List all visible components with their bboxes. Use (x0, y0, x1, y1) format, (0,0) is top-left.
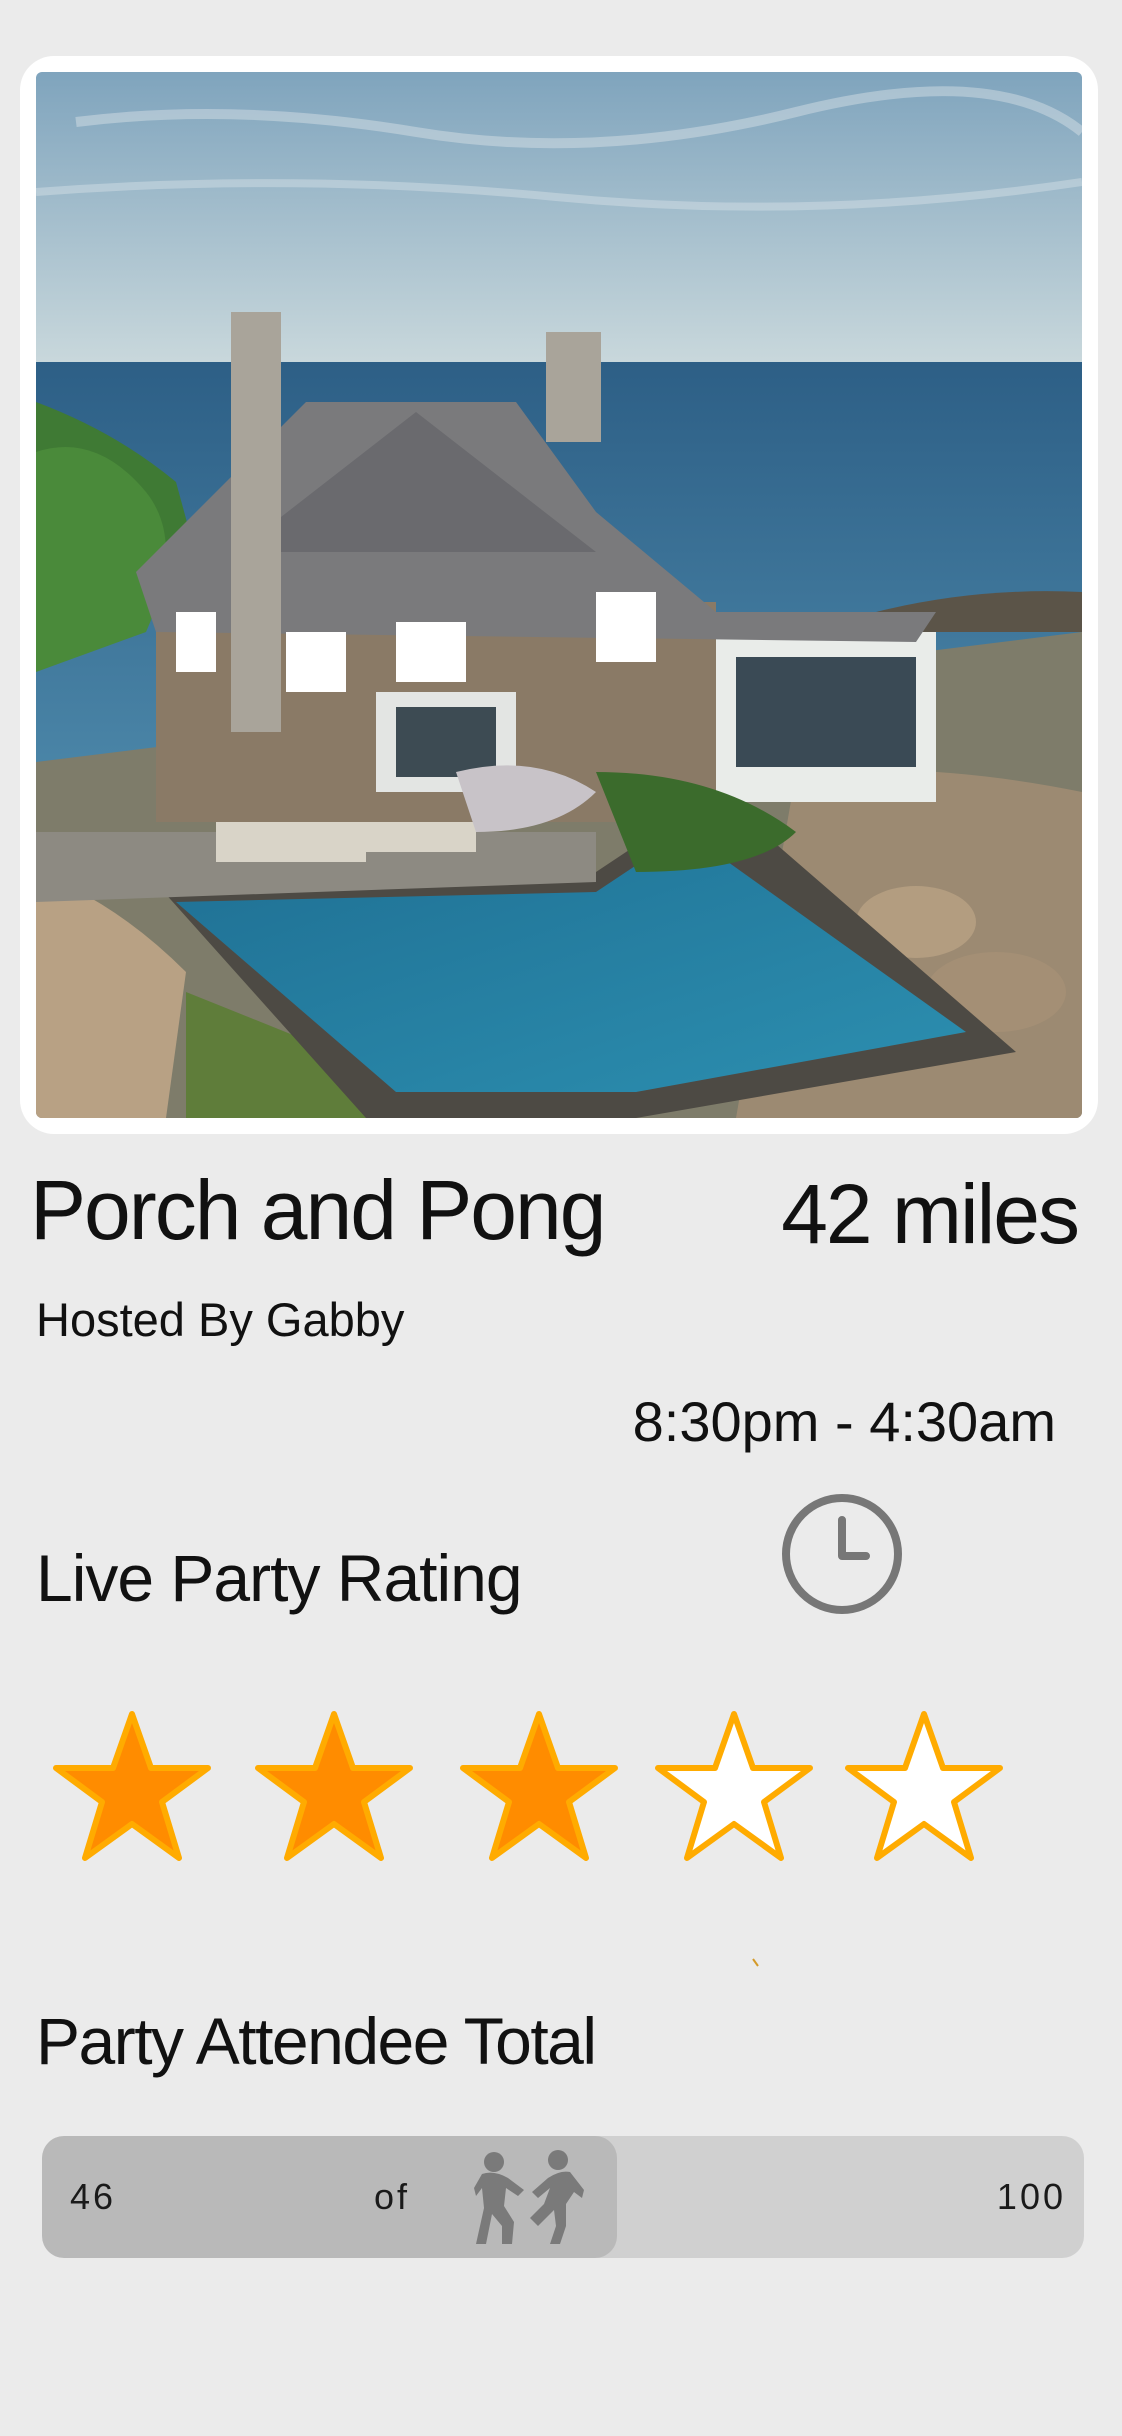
dancing-couple-icon (474, 2150, 584, 2244)
star-icon-4[interactable] (652, 1708, 816, 1864)
attendee-label: Party Attendee Total (36, 2004, 597, 2078)
star-icon-3[interactable] (457, 1708, 621, 1864)
clock-icon (780, 1492, 904, 1616)
listing-photo-card[interactable] (20, 56, 1098, 1134)
attendee-current: 46 (70, 2176, 117, 2217)
attendee-of-label: of (374, 2176, 411, 2217)
rating-stars[interactable] (0, 1708, 1122, 1868)
listing-photo (36, 72, 1082, 1118)
star-icon-1[interactable] (50, 1708, 214, 1864)
star-icon-2[interactable] (252, 1708, 416, 1864)
attendee-progress-bar: 46 of 100 (42, 2136, 1084, 2258)
listing-title: Porch and Pong (30, 1163, 606, 1257)
stray-mark (752, 1958, 759, 1967)
party-time-range: 8:30pm - 4:30am (632, 1390, 1056, 1453)
host-label: Hosted By Gabby (36, 1293, 405, 1346)
listing-distance: 42 miles (781, 1167, 1080, 1261)
rating-label: Live Party Rating (36, 1541, 523, 1615)
attendee-max: 100 (996, 2176, 1066, 2217)
star-icon-5[interactable] (842, 1708, 1006, 1864)
